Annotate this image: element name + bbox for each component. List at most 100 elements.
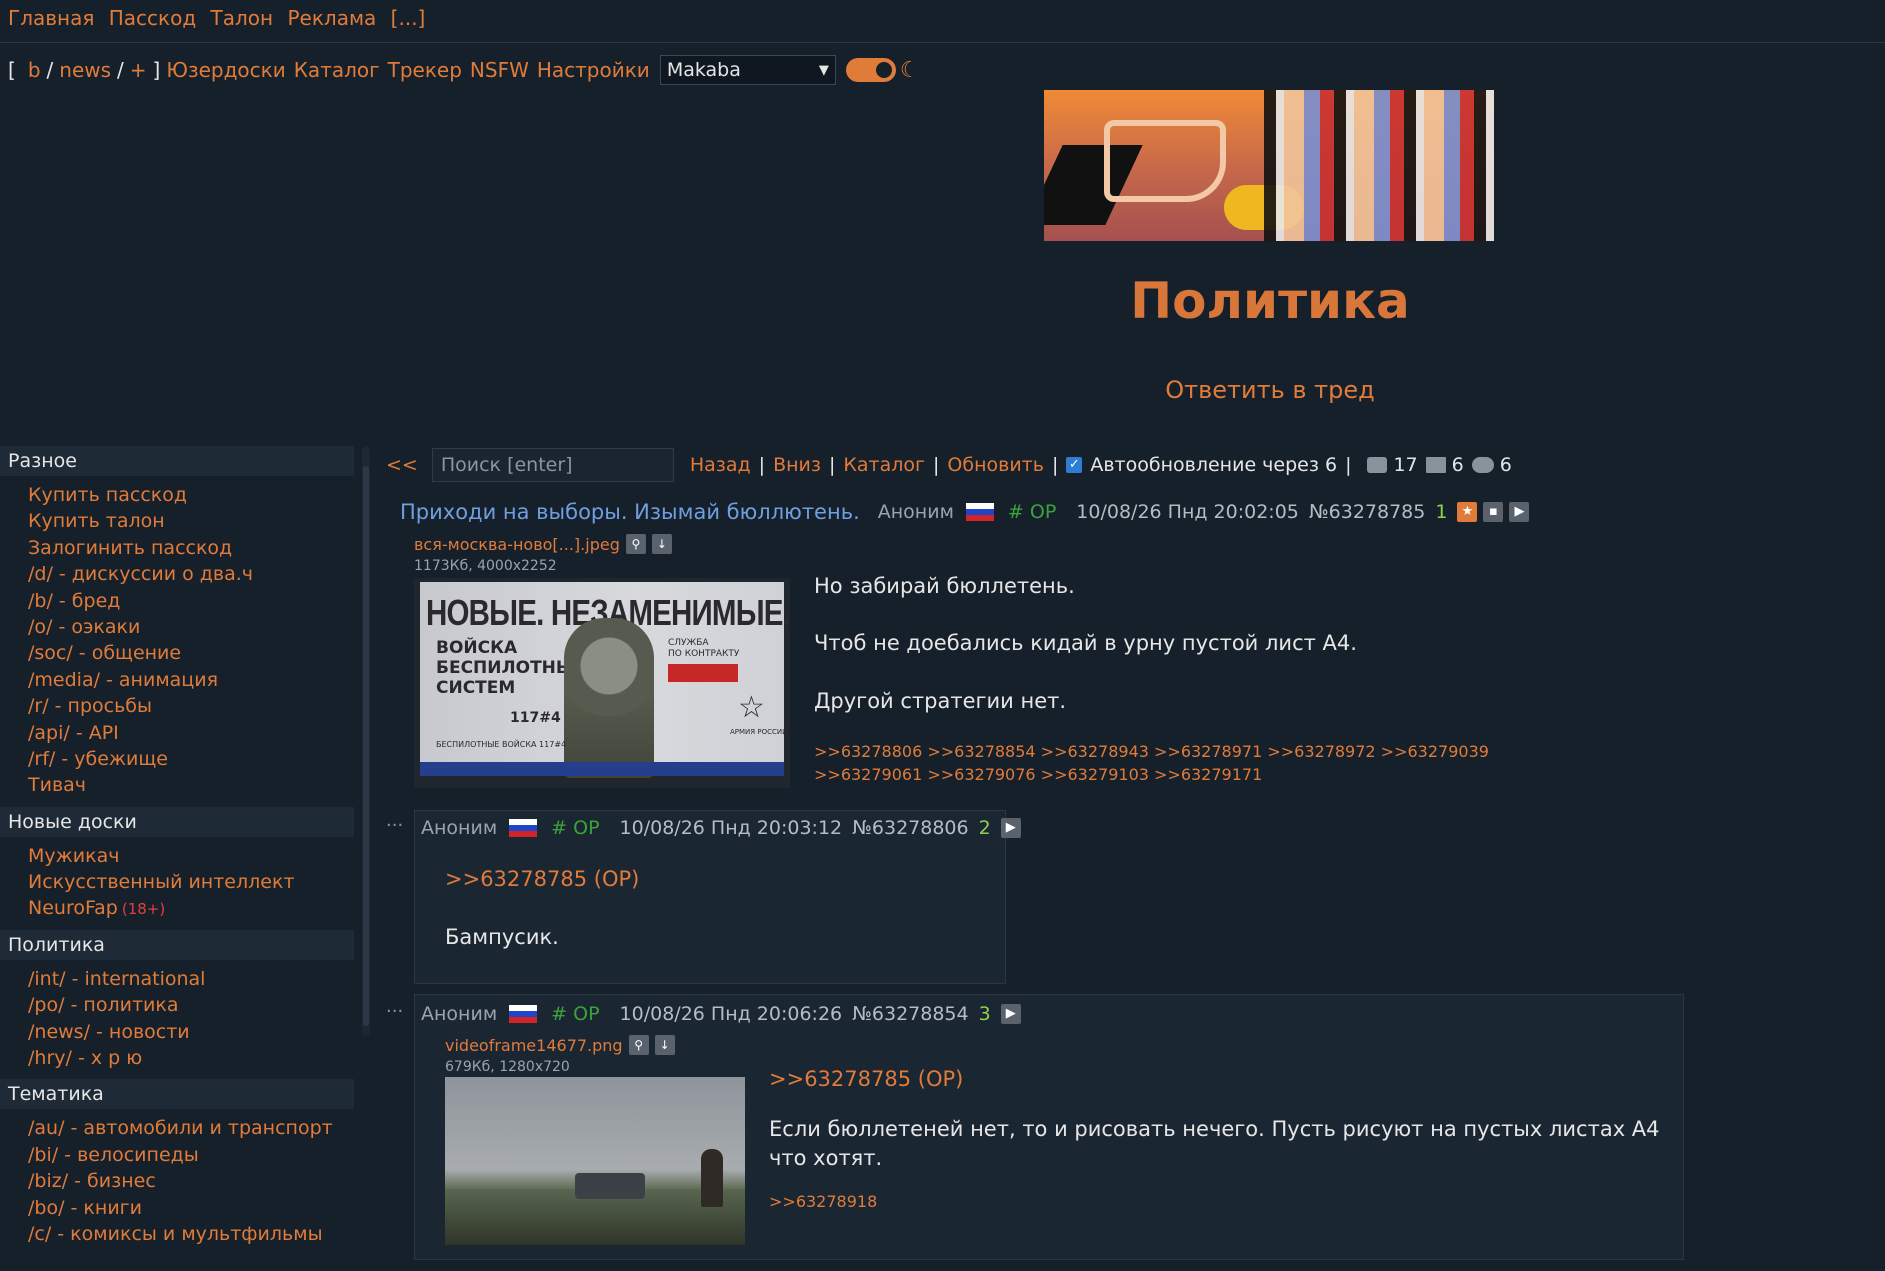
file-name-link[interactable]: videoframe14677.png [445, 1036, 623, 1055]
top-nav-home[interactable]: Главная [8, 6, 94, 30]
download-icon[interactable]: ↓ [654, 1035, 675, 1055]
board-link-news[interactable]: news [59, 58, 111, 82]
back-link[interactable]: Назад [690, 454, 751, 476]
op-post-body: Но забирай бюллетень. Чтоб не доебались … [814, 572, 1814, 786]
scrollbar-thumb[interactable] [363, 466, 369, 1026]
reply-image-thumbnail[interactable] [445, 1077, 745, 1245]
separator: | [933, 454, 940, 476]
sidebar-scrollbar[interactable] [362, 446, 370, 1036]
sidebar-group-title: Разное [0, 446, 354, 476]
sidebar-item[interactable]: /soc/ - общение [28, 640, 354, 666]
post-date: 10/08/26 Пнд 20:03:12 [619, 817, 843, 839]
download-icon[interactable]: ↓ [651, 534, 672, 554]
reply-links[interactable]: >>63278806 >>63278854 >>63278943 >>63278… [814, 740, 1814, 763]
banner-shape [1264, 90, 1494, 241]
search-placeholder: Поиск [enter] [440, 454, 573, 476]
post-index: 2 [978, 817, 991, 839]
moon-icon[interactable]: ☾ [900, 58, 920, 83]
images-count: 6 [1451, 454, 1464, 476]
reply-links[interactable]: >>63279061 >>63279076 >>63279103 >>63279… [814, 763, 1814, 786]
search-icon[interactable]: ⚲ [628, 1035, 649, 1055]
search-input[interactable]: Поиск [enter] [431, 448, 674, 482]
billboard-side-line: ПО КОНТРАКТУ [668, 649, 740, 659]
thread-toolbar: << Поиск [enter] Назад | Вниз | Каталог … [386, 448, 1512, 482]
auto-update-checkbox[interactable]: ✓ [1066, 457, 1083, 473]
board-link-add[interactable]: + [130, 58, 147, 82]
catalog-link[interactable]: Каталог [843, 454, 925, 476]
post-number[interactable]: №63278785 [1309, 501, 1425, 523]
sidebar-item[interactable]: Искусственный интеллект [28, 869, 354, 895]
op-image-thumbnail[interactable]: НОВЫЕ. НЕЗАМЕНИМЫЕ. ВОЙСКА БЕСПИЛОТНЫХ С… [414, 578, 790, 788]
sidebar-item[interactable]: Купить пасскод [28, 482, 354, 508]
sidebar-item[interactable]: /po/ - политика [28, 992, 354, 1018]
board-link-b[interactable]: b [28, 58, 41, 82]
post-number[interactable]: №63278854 [852, 1003, 968, 1025]
poster-name: Аноним [421, 1003, 498, 1025]
nav-settings[interactable]: Настройки [537, 58, 650, 82]
search-icon[interactable]: ⚲ [625, 534, 646, 554]
bottom-link[interactable]: Вниз [773, 454, 821, 476]
play-icon[interactable]: ▶ [1509, 502, 1530, 522]
sidebar-item[interactable]: /news/ - новости [28, 1019, 354, 1045]
sidebar-item[interactable]: Залогинить пасскод [28, 535, 354, 561]
sidebar-item[interactable]: /bo/ - книги [28, 1195, 354, 1221]
sidebar-item[interactable]: /c/ - комиксы и мультфильмы [28, 1221, 354, 1247]
nav-tracker[interactable]: Трекер [388, 58, 462, 82]
style-select[interactable]: Makaba ▼ [659, 55, 836, 85]
nav-userboards[interactable]: Юзердоски [166, 58, 285, 82]
slash-2: / [117, 58, 124, 82]
sidebar-item[interactable]: /int/ - international [28, 966, 354, 992]
post-menu-icon[interactable]: ▪ [1483, 502, 1504, 522]
billboard-blue-band [420, 762, 784, 776]
sidebar-item[interactable]: /b/ - бред [28, 588, 354, 614]
nav-nsfw[interactable]: NSFW [470, 58, 529, 82]
sidebar-item[interactable]: /rf/ - убежище [28, 746, 354, 772]
refresh-link[interactable]: Обновить [947, 454, 1044, 476]
sidebar-item[interactable]: /hry/ - х р ю [28, 1045, 354, 1071]
sidebar-item[interactable]: Мужикач [28, 843, 354, 869]
theme-toggle[interactable] [845, 58, 896, 82]
sidebar-item[interactable]: Тивач [28, 772, 354, 798]
file-meta: 679Кб, 1280x720 [445, 1059, 570, 1075]
board-banner[interactable] [1044, 90, 1494, 241]
sidebar-item[interactable]: /media/ - анимация [28, 667, 354, 693]
sidebar-item[interactable]: /api/ - API [28, 720, 354, 746]
favorite-star-icon[interactable]: ★ [1457, 502, 1478, 522]
file-name-link[interactable]: вся-москва-ново[...].jpeg [414, 535, 620, 554]
top-nav-talon[interactable]: Талон [211, 6, 274, 30]
post-menu-dots[interactable]: ... [386, 996, 403, 1017]
poster-name: Аноним [877, 501, 954, 523]
quote-link[interactable]: >>63278785 (OP) [769, 1067, 1669, 1091]
post-text: Если бюллетеней нет, то и рисовать нечег… [769, 1117, 1660, 1171]
sidebar-item[interactable]: /bi/ - велосипеды [28, 1142, 354, 1168]
sidebar-item[interactable]: /r/ - просьбы [28, 693, 354, 719]
reply-to-thread-link[interactable]: Ответить в тред [0, 376, 1885, 404]
nav-catalog[interactable]: Каталог [294, 58, 380, 82]
reply-post: Аноним # OP 10/08/26 Пнд 20:03:12 №63278… [414, 810, 1021, 984]
sidebar-item[interactable]: Купить талон [28, 508, 354, 534]
post-number[interactable]: №63278806 [852, 817, 968, 839]
person-figure [701, 1149, 723, 1207]
sidebar-item-label: NeuroFap [28, 897, 118, 920]
post-index: 3 [978, 1003, 991, 1025]
posts-counter: 17 [1363, 454, 1418, 476]
post-menu-dots[interactable]: ... [386, 810, 403, 831]
top-nav-more[interactable]: [...] [391, 6, 426, 30]
sidebar: Разное Купить пасскод Купить талон Залог… [0, 446, 354, 1255]
billboard-badge: 117#4 [510, 710, 561, 726]
play-icon[interactable]: ▶ [1000, 1004, 1021, 1024]
quote-link[interactable]: >>63278785 (OP) [445, 867, 639, 891]
sidebar-item-neurofap[interactable]: NeuroFap (18+) [28, 895, 354, 921]
sidebar-item[interactable]: /o/ - оэкаки [28, 614, 354, 640]
collapse-sidebar-button[interactable]: << [386, 454, 418, 476]
sidebar-item[interactable]: /au/ - автомобили и транспорт [28, 1115, 354, 1141]
backlink[interactable]: >>63278918 [769, 1190, 1669, 1213]
board-title: Политика [1130, 272, 1410, 330]
play-icon[interactable]: ▶ [1000, 818, 1021, 838]
top-nav-ads[interactable]: Реклама [287, 6, 376, 30]
top-nav: Главная Пасскод Талон Реклама [...] [8, 6, 433, 30]
top-nav-passcode[interactable]: Пасскод [109, 6, 196, 30]
sidebar-item[interactable]: /biz/ - бизнес [28, 1168, 354, 1194]
sidebar-item[interactable]: /d/ - дискуссии о два.ч [28, 561, 354, 587]
board-nav: [ b / news / + ] Юзердоски Каталог Треке… [8, 55, 920, 85]
